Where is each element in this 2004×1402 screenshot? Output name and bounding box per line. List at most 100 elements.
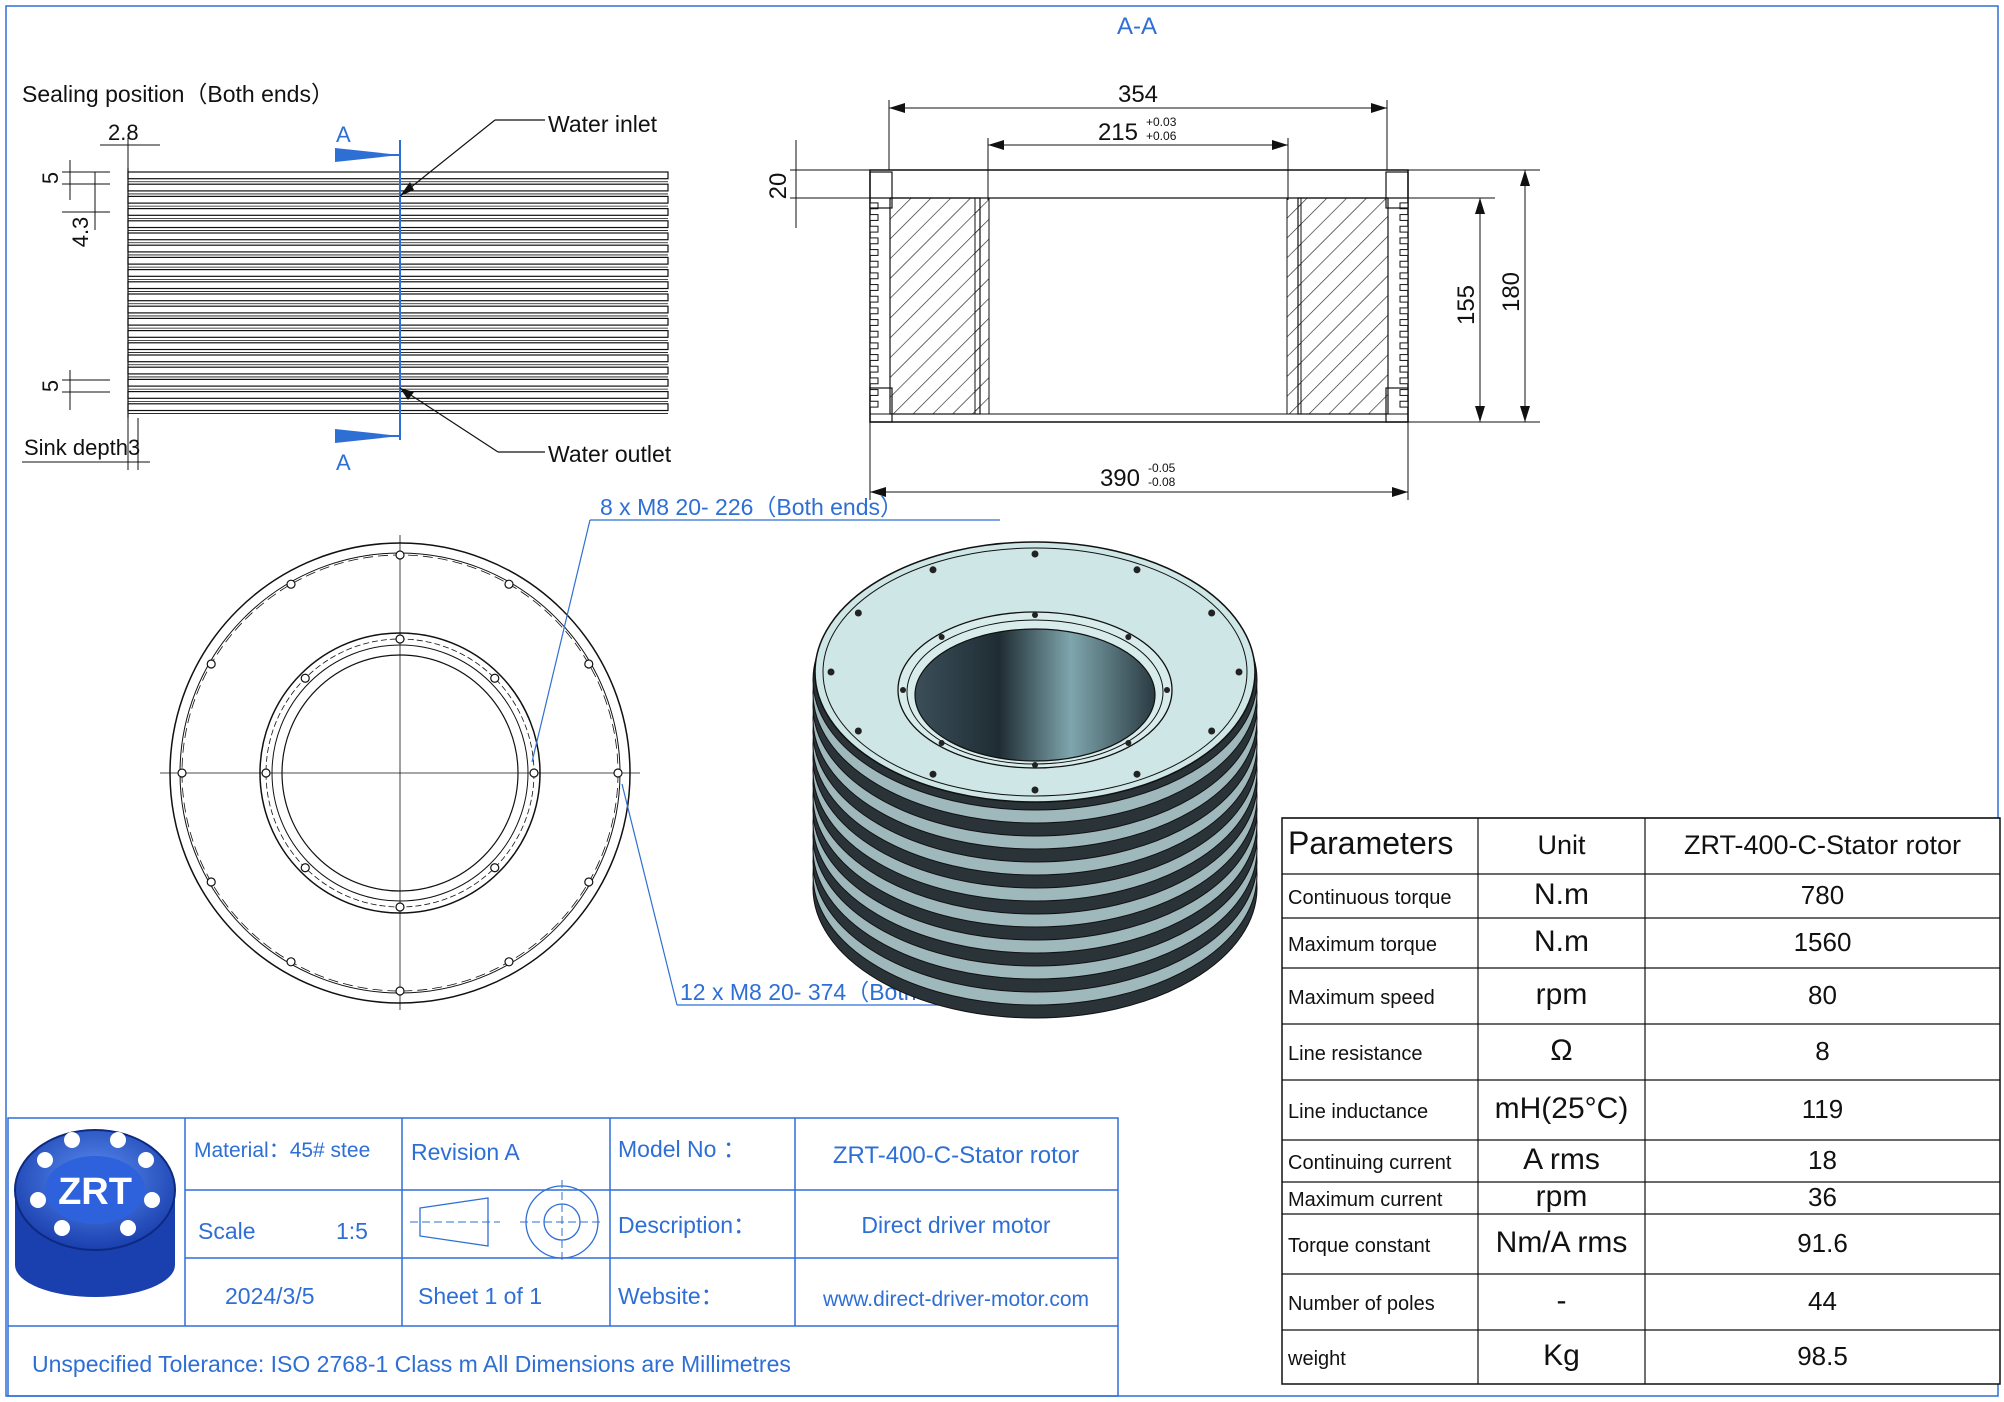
param-value: 91.6 — [1797, 1228, 1848, 1258]
dim-4-3: 4.3 — [68, 217, 93, 248]
param-value: 36 — [1808, 1182, 1837, 1212]
bolt-hole — [613, 768, 623, 778]
param-value: 98.5 — [1797, 1341, 1848, 1371]
fin — [127, 269, 669, 277]
dim-390-tol-up: -0.05 — [1148, 461, 1176, 475]
param-unit: rpm — [1536, 978, 1588, 1011]
dim-390-tol-dn: -0.08 — [1148, 475, 1176, 489]
inner-hole-note: 8 x M8 20- 226（Both ends） — [600, 494, 903, 520]
bolt-hole — [261, 768, 271, 778]
fin — [127, 342, 669, 351]
fin — [127, 256, 669, 265]
bolt-hole — [286, 957, 296, 967]
dim-180: 180 — [1498, 272, 1525, 312]
sink-depth-note: Sink depth3 — [24, 435, 140, 460]
section-mark-bottom: A — [336, 450, 351, 475]
drawing-sheet: A-A Sealing position（Both ends） 2.8 5 4.… — [5, 5, 2001, 1397]
fin — [127, 354, 669, 363]
param-unit: Kg — [1543, 1339, 1580, 1372]
dim-215-tol-up: +0.03 — [1146, 115, 1177, 129]
fin — [127, 305, 669, 314]
material-label: Material：45# stee — [194, 1139, 370, 1162]
side-view: Sealing position（Both ends） 2.8 5 4.3 5 … — [22, 81, 672, 475]
dim-155: 155 — [1453, 285, 1480, 325]
fin — [127, 244, 669, 253]
bolt-hole — [490, 863, 500, 873]
fin — [127, 366, 669, 375]
zrt-logo: ZRT — [14, 1129, 176, 1297]
cooling-fins — [127, 171, 669, 414]
param-name: Parameters — [1288, 825, 1453, 861]
bolt-hole — [504, 957, 514, 967]
section-mark-top: A — [336, 122, 351, 147]
website-label: Website： — [618, 1283, 724, 1309]
bolt-hole — [395, 550, 405, 560]
bolt-hole — [584, 877, 594, 887]
sealing-note: Sealing position（Both ends） — [22, 81, 334, 107]
param-value: 80 — [1808, 980, 1837, 1010]
section-title: A-A — [1117, 13, 1157, 40]
fin — [127, 195, 669, 204]
param-name: weight — [1287, 1348, 1346, 1370]
website-value[interactable]: www.direct-driver-motor.com — [822, 1288, 1089, 1311]
projection-symbol — [410, 1180, 604, 1264]
dim-354: 354 — [1118, 81, 1158, 108]
water-outlet-label: Water outlet — [548, 441, 672, 467]
bolt-hole — [395, 902, 405, 912]
param-value: 780 — [1801, 880, 1844, 910]
fin — [127, 220, 669, 229]
bolt-hole — [584, 659, 594, 669]
dim-5-bottom: 5 — [38, 380, 63, 392]
param-name: Line inductance — [1288, 1101, 1428, 1123]
dim-20: 20 — [765, 173, 792, 200]
bolt-hole — [286, 579, 296, 589]
bolt-hole — [300, 673, 310, 683]
param-name: Maximum torque — [1288, 934, 1437, 956]
logo-text: ZRT — [58, 1171, 132, 1213]
bolt-hole — [177, 768, 187, 778]
param-unit: N.m — [1534, 925, 1589, 958]
fin — [127, 391, 669, 399]
bolt-hole — [300, 863, 310, 873]
fin — [127, 232, 669, 241]
param-value: 1560 — [1794, 927, 1852, 957]
model-value: ZRT-400-C-Stator rotor — [833, 1142, 1079, 1169]
param-name: Line resistance — [1288, 1043, 1423, 1065]
param-unit: A rms — [1523, 1143, 1600, 1176]
dim-5-top: 5 — [38, 172, 63, 184]
param-unit: N.m — [1534, 878, 1589, 911]
model-label: Model No ： — [618, 1136, 746, 1162]
bolt-hole — [206, 659, 216, 669]
revision-label: Revision A — [411, 1139, 520, 1165]
bolt-hole — [504, 579, 514, 589]
fin — [127, 208, 669, 216]
bolt-hole — [490, 673, 500, 683]
fin — [127, 293, 669, 302]
param-value: 119 — [1802, 1094, 1843, 1124]
param-name: Maximum speed — [1288, 987, 1435, 1009]
parameters-table: Parameters Unit ZRT-400-C-Stator rotor Cont… — [1281, 817, 2001, 1385]
section-view: 354 215 +0.03 +0.06 20 155 180 390 -0.05… — [765, 81, 1540, 500]
fin — [127, 183, 669, 192]
description-value: Direct driver motor — [861, 1212, 1050, 1238]
scale-value: 1:5 — [336, 1218, 368, 1244]
param-unit: mH(25°C) — [1495, 1092, 1629, 1125]
param-unit: Unit — [1537, 830, 1586, 860]
param-unit: - — [1557, 1284, 1567, 1317]
title-block: ZRT Material：45# stee Revision A Model N… — [7, 1117, 1119, 1397]
param-name: Maximum current — [1288, 1189, 1443, 1211]
param-value: 44 — [1808, 1286, 1837, 1316]
param-unit: Ω — [1550, 1034, 1572, 1067]
fin — [127, 171, 669, 180]
sheet-label: Sheet 1 of 1 — [418, 1283, 542, 1309]
param-name: Continuous torque — [1288, 887, 1451, 909]
param-value: ZRT-400-C-Stator rotor — [1684, 830, 1961, 860]
param-name: Number of poles — [1288, 1293, 1435, 1315]
dim-390: 390 — [1100, 465, 1140, 492]
fin — [127, 330, 669, 338]
param-value: 8 — [1815, 1036, 1829, 1066]
dim-215-tol-dn: +0.06 — [1146, 129, 1177, 143]
param-value: 18 — [1808, 1145, 1837, 1175]
fin — [127, 317, 669, 326]
tolerance-note: Unspecified Tolerance: ISO 2768-1 Class … — [32, 1351, 791, 1377]
